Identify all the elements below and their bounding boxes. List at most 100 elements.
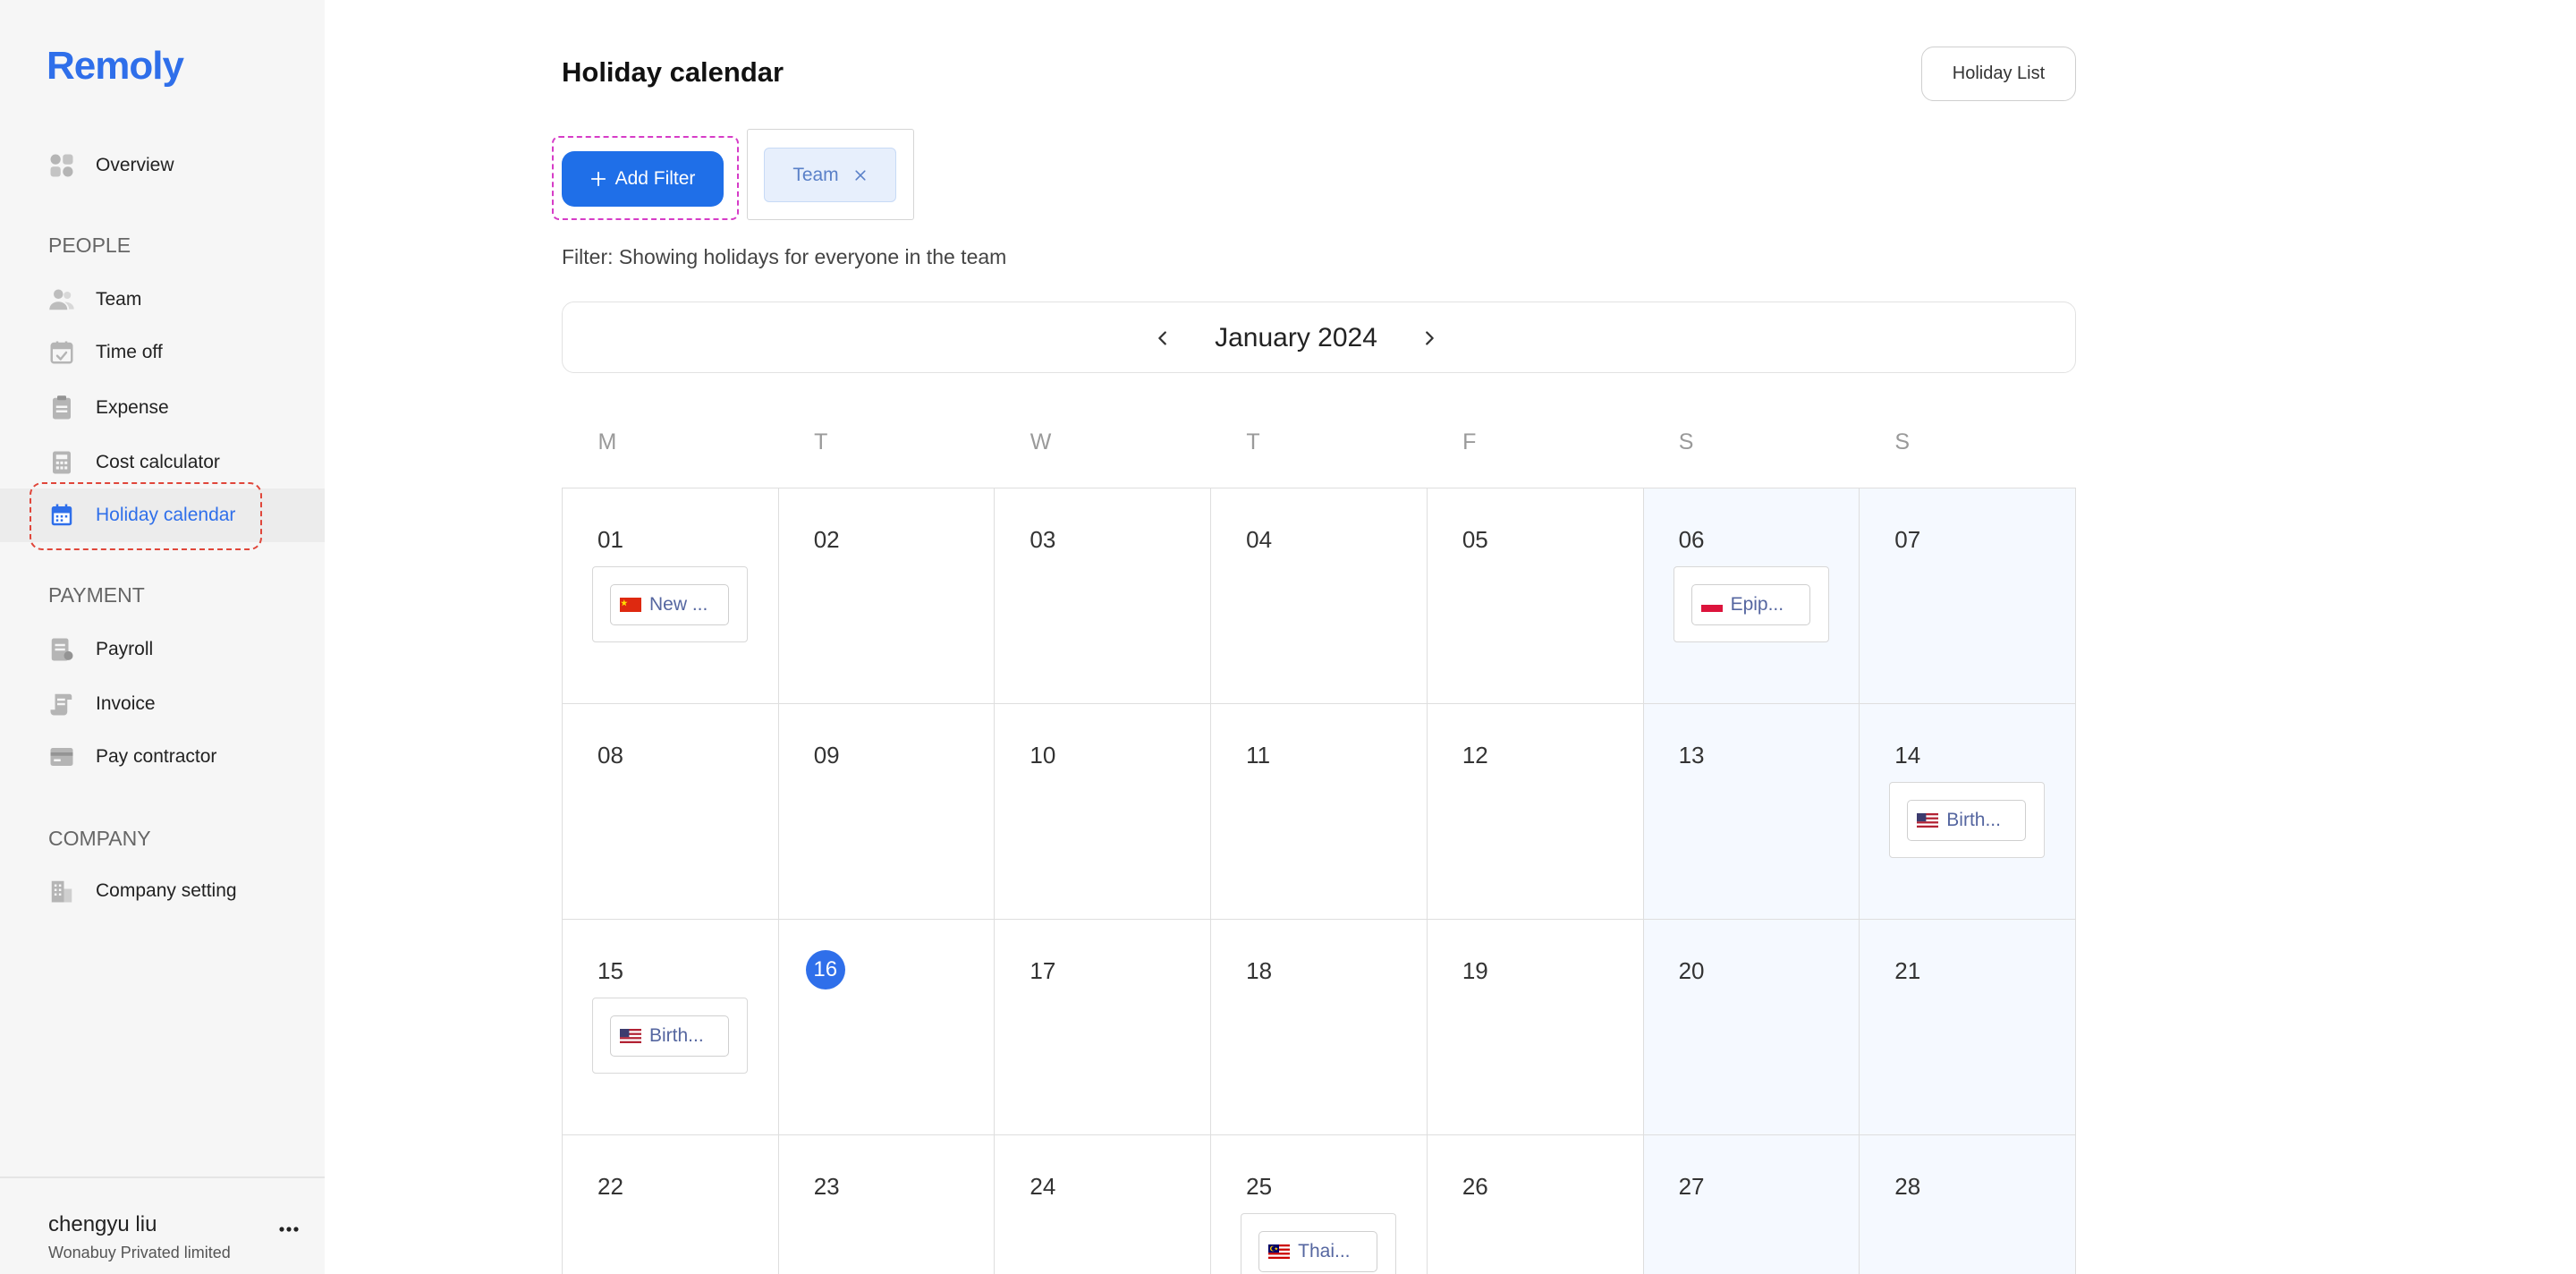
filter-chip-team[interactable]: Team	[764, 148, 896, 202]
calendar-day-cell[interactable]: 27	[1643, 1135, 1860, 1274]
calendar-day-cell[interactable]: 10	[995, 704, 1212, 920]
sidebar: Remoly Overview PEOPLE Team Time off Exp…	[0, 0, 325, 1274]
holiday-label: Birth...	[1946, 810, 2001, 830]
holiday-label: Birth...	[649, 1025, 704, 1046]
usa-flag-icon	[620, 1029, 641, 1043]
calendar-day-cell[interactable]: 02	[778, 488, 996, 704]
weekday-label: F	[1462, 429, 1477, 454]
sidebar-item-holiday-calendar[interactable]: Holiday calendar	[0, 488, 325, 542]
close-icon[interactable]	[853, 168, 868, 183]
calendar-day-cell[interactable]: 06 Epip...	[1643, 488, 1860, 704]
calendar-day-cell[interactable]: 04	[1211, 488, 1428, 704]
calendar-day-cell[interactable]: 23	[778, 1135, 996, 1274]
chevron-right-icon[interactable]	[1411, 320, 1447, 356]
day-number: 18	[1246, 957, 1273, 984]
calendar-day-cell[interactable]: 17	[995, 920, 1212, 1135]
sidebar-divider	[0, 1176, 325, 1178]
sidebar-item-label: Expense	[96, 397, 169, 418]
weekday-label: M	[597, 429, 617, 454]
sidebar-item-label: Payroll	[96, 639, 154, 659]
calendar-day-cell[interactable]: 03	[995, 488, 1212, 704]
calendar-day-cell[interactable]: 24	[995, 1135, 1212, 1274]
invoice-icon	[48, 691, 75, 718]
sidebar-item-payroll[interactable]: Payroll	[0, 623, 325, 676]
user-name: chengyu liu	[48, 1212, 157, 1236]
day-number: 04	[1246, 526, 1273, 553]
team-icon	[48, 286, 75, 313]
day-number: 22	[597, 1173, 623, 1200]
holiday-chip[interactable]: Birth...	[610, 1015, 729, 1057]
holiday-event-card[interactable]: Thai...	[1241, 1213, 1397, 1274]
more-icon[interactable]	[275, 1219, 302, 1240]
holiday-label: Epip...	[1730, 594, 1784, 615]
malaysia-flag-icon	[1268, 1244, 1291, 1259]
holiday-chip[interactable]: Epip...	[1690, 584, 1810, 625]
sidebar-item-team[interactable]: Team	[0, 273, 325, 327]
calendar-day-cell[interactable]: 25 Thai...	[1211, 1135, 1428, 1274]
calendar-day-cell[interactable]: 07	[1860, 488, 2076, 704]
holiday-chip[interactable]: Thai...	[1258, 1231, 1378, 1272]
section-title-company: COMPANY	[48, 827, 151, 850]
calendar-day-cell[interactable]: 22	[563, 1135, 779, 1274]
chevron-left-icon[interactable]	[1145, 320, 1181, 356]
day-number: 27	[1678, 1173, 1705, 1200]
section-title-payment: PAYMENT	[48, 583, 145, 607]
sidebar-item-label: Cost calculator	[96, 452, 220, 472]
calendar-day-cell[interactable]: 09	[778, 704, 996, 920]
calendar-day-cell[interactable]: 15 Birth...	[563, 920, 779, 1135]
day-number: 28	[1894, 1173, 1921, 1200]
day-number: 26	[1462, 1173, 1488, 1200]
sidebar-item-label: Company setting	[96, 880, 237, 901]
today-date-badge: 16	[805, 950, 845, 989]
sidebar-item-pay-contractor[interactable]: Pay contractor	[0, 730, 325, 784]
day-number: 06	[1678, 526, 1705, 553]
sidebar-item-label: Team	[96, 289, 142, 310]
payroll-icon	[48, 636, 75, 663]
add-filter-button[interactable]: Add Filter	[562, 151, 724, 207]
day-number: 02	[813, 526, 840, 553]
holiday-event-card[interactable]: Birth...	[1889, 782, 2046, 858]
calendar-day-cell[interactable]: 16	[778, 920, 996, 1135]
weekday-label: S	[1678, 429, 1694, 454]
calendar-day-cell[interactable]: 14 Birth...	[1860, 704, 2076, 920]
calendar-day-cell[interactable]: 28	[1860, 1135, 2076, 1274]
holiday-event-card[interactable]: Epip...	[1673, 566, 1829, 642]
sidebar-item-company-setting[interactable]: Company setting	[0, 864, 325, 918]
sidebar-item-label: Overview	[96, 155, 174, 175]
filter-description: Filter: Showing holidays for everyone in…	[562, 245, 1007, 268]
holiday-chip[interactable]: New ...	[610, 584, 729, 625]
holiday-list-button[interactable]: Holiday List	[1921, 47, 2076, 101]
time-off-icon	[48, 339, 75, 366]
calendar-day-cell[interactable]: 13	[1643, 704, 1860, 920]
calendar-day-cell[interactable]: 01 New ...	[563, 488, 779, 704]
sidebar-item-expense[interactable]: Expense	[0, 381, 325, 435]
sidebar-item-cost-calculator[interactable]: Cost calculator	[0, 436, 325, 489]
calendar-day-cell[interactable]: 08	[563, 704, 779, 920]
weekday-label: T	[814, 429, 828, 454]
remoly-logo[interactable]: Remoly	[47, 45, 184, 88]
day-number: 09	[813, 742, 840, 769]
cost-calculator-icon	[48, 449, 75, 476]
day-number: 12	[1462, 742, 1488, 769]
section-title-people: PEOPLE	[48, 234, 131, 257]
calendar-day-cell[interactable]: 19	[1427, 920, 1644, 1135]
calendar-day-cell[interactable]: 21	[1860, 920, 2076, 1135]
calendar-day-cell[interactable]: 11	[1211, 704, 1428, 920]
filter-chip-label: Team	[792, 164, 839, 185]
calendar-day-cell[interactable]: 18	[1211, 920, 1428, 1135]
calendar-grid: 01 New ... 02 03 04 05 06 Epip... 07 08 09 10 11 12 13…	[562, 488, 2076, 1274]
holiday-event-card[interactable]: New ...	[592, 566, 748, 642]
sidebar-item-overview[interactable]: Overview	[0, 139, 325, 192]
day-number: 10	[1030, 742, 1056, 769]
calendar-day-cell[interactable]: 20	[1643, 920, 1860, 1135]
day-number: 08	[597, 742, 623, 769]
holiday-chip[interactable]: Birth...	[1907, 800, 2027, 841]
weekday-label: W	[1030, 429, 1052, 454]
sidebar-item-invoice[interactable]: Invoice	[0, 677, 325, 731]
holiday-event-card[interactable]: Birth...	[592, 998, 748, 1074]
calendar-day-cell[interactable]: 12	[1427, 704, 1644, 920]
sidebar-item-time-off[interactable]: Time off	[0, 326, 325, 379]
calendar-day-cell[interactable]: 05	[1427, 488, 1644, 704]
calendar-day-cell[interactable]: 26	[1427, 1135, 1644, 1274]
day-number: 23	[813, 1173, 840, 1200]
